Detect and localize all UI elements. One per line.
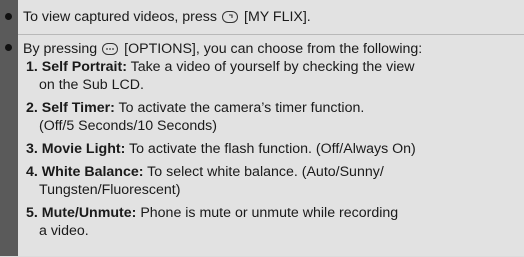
list-item-self-timer: 2. Self Timer: To activate the camera’s … <box>26 99 364 117</box>
item-text: To select white balance. (Auto/Sunny/ <box>147 164 384 180</box>
list-item-self-portrait: 1. Self Portrait: Take a video of yourse… <box>26 58 415 76</box>
options-key-label: [OPTIONS], you can choose from the follo… <box>124 41 423 57</box>
view-videos-line: To view captured videos, press [MY FLIX]. <box>23 8 311 26</box>
item-text: To activate the flash function. (Off/Alw… <box>129 141 416 157</box>
options-line: By pressing [OPTIONS], you can choose fro… <box>23 40 422 58</box>
item-continuation: a video. <box>39 223 89 239</box>
instruction-row-options: By pressing [OPTIONS], you can choose fro… <box>5 34 524 257</box>
my-flix-key-label: [MY FLIX]. <box>244 9 311 25</box>
item-text: To activate the camera’s timer function. <box>118 100 365 116</box>
item-text: Take a video of yourself by checking the… <box>130 59 415 75</box>
item-continuation: Tungsten/Fluorescent) <box>39 182 181 198</box>
item-title: 4. White Balance: <box>26 164 144 180</box>
item-title: 3. Movie Light: <box>26 141 126 157</box>
options-key-icon <box>102 43 119 55</box>
softkey-icon <box>222 11 238 23</box>
item-title: 5. Mute/Unmute: <box>26 205 137 221</box>
item-continuation: (Off/5 Seconds/10 Seconds) <box>39 118 217 134</box>
view-videos-text: To view captured videos, press <box>23 9 217 25</box>
item-text: Phone is mute or unmute while recording <box>140 205 399 221</box>
item-title: 2. Self Timer: <box>26 100 115 116</box>
bullet-icon <box>5 13 12 20</box>
item-continuation: on the Sub LCD. <box>39 77 144 93</box>
instruction-row-view-videos: To view captured videos, press [MY FLIX]. <box>5 0 524 34</box>
list-item-mute-unmute: 5. Mute/Unmute: Phone is mute or unmute … <box>26 204 398 222</box>
instructions-panel: To view captured videos, press [MY FLIX].… <box>5 0 524 257</box>
list-item-movie-light: 3. Movie Light: To activate the flash fu… <box>26 140 416 158</box>
item-title: 1. Self Portrait: <box>26 59 127 75</box>
list-item-white-balance: 4. White Balance: To select white balanc… <box>26 163 384 181</box>
options-text: By pressing <box>23 41 98 57</box>
bullet-icon <box>5 44 12 51</box>
left-margin-bar <box>0 0 18 256</box>
